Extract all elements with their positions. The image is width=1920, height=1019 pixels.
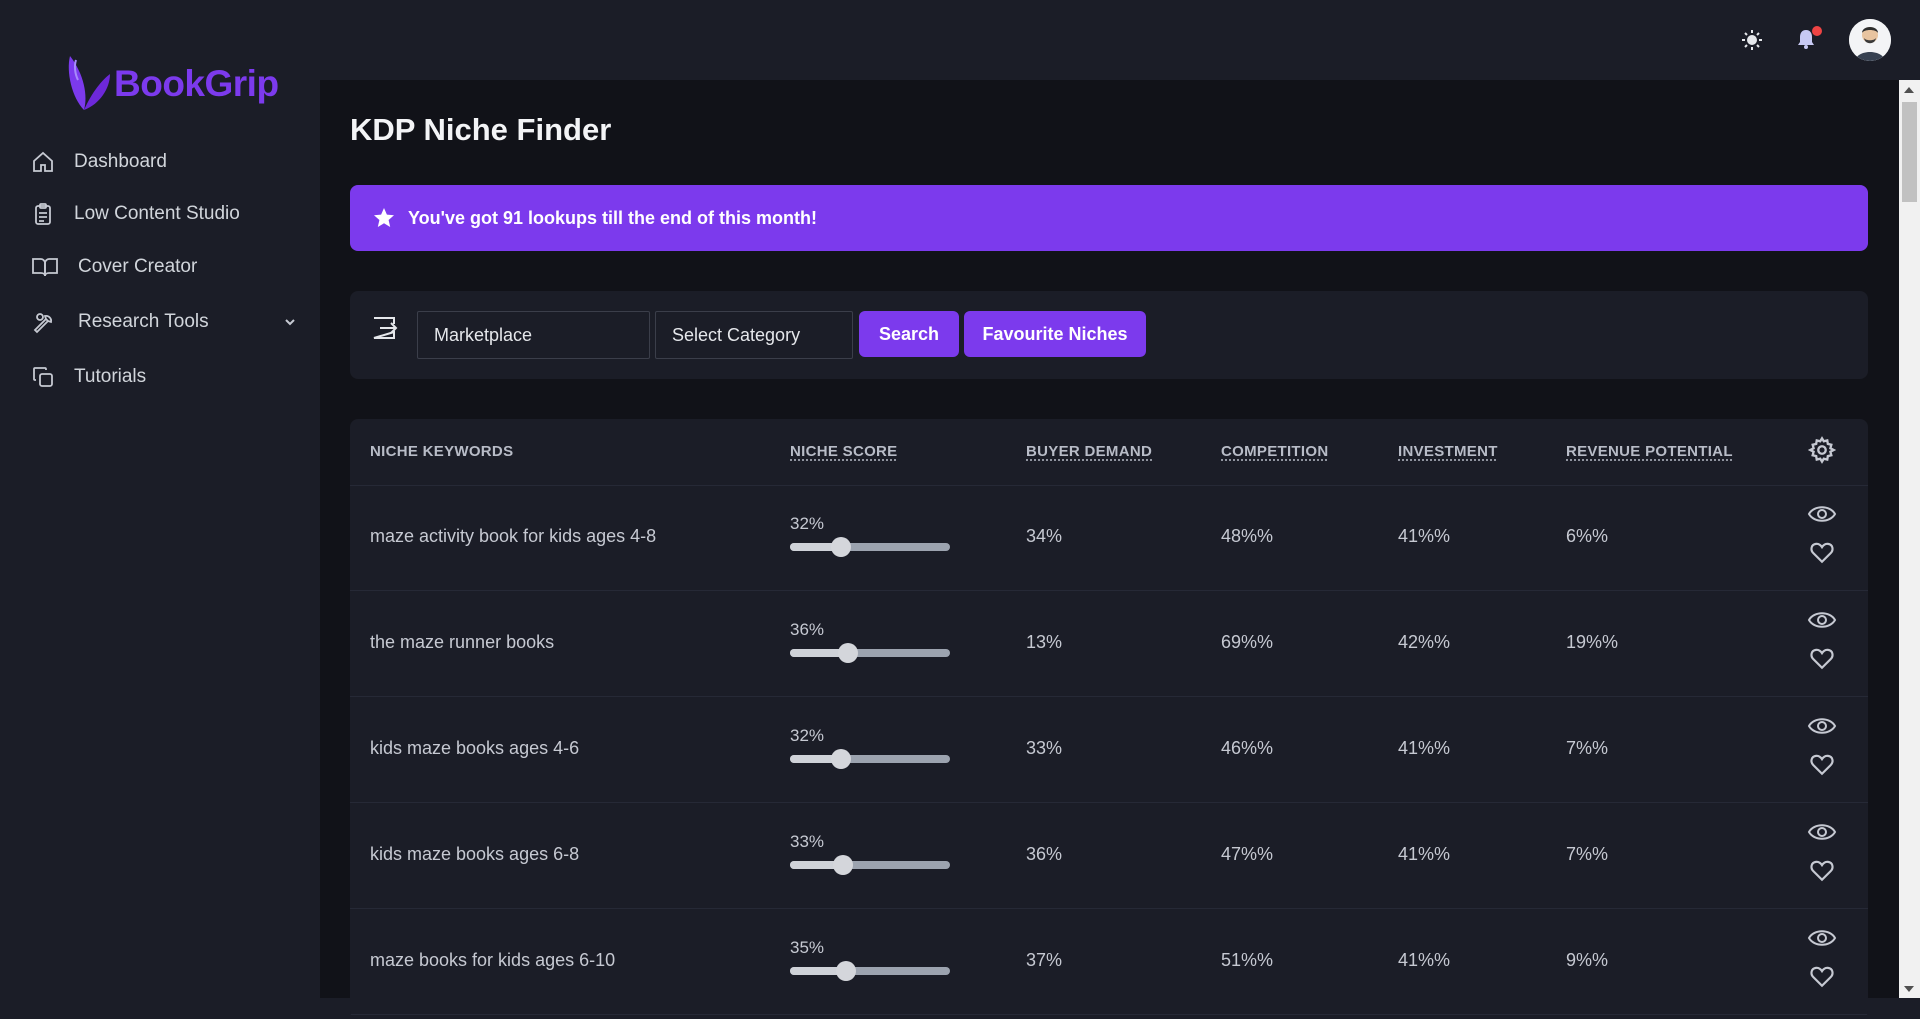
- logo-text: BookGrip: [114, 63, 279, 104]
- heart-icon[interactable]: [1809, 539, 1835, 565]
- header-buyer-demand[interactable]: BUYER DEMAND: [1026, 443, 1152, 460]
- gear-icon[interactable]: [1808, 436, 1836, 464]
- niche-keyword: maze activity book for kids ages 4-8: [370, 526, 657, 546]
- investment-value: 41%%: [1398, 844, 1451, 864]
- competition-value: 47%%: [1221, 844, 1274, 864]
- main-content: KDP Niche Finder You've got 91 lookups t…: [320, 80, 1899, 1019]
- header-niche-keywords: NICHE KEYWORDS: [370, 443, 514, 460]
- competition-value: 46%%: [1221, 738, 1274, 758]
- revenue-potential-value: 6%%: [1566, 526, 1609, 546]
- heart-icon[interactable]: [1809, 963, 1835, 989]
- investment-value: 41%%: [1398, 738, 1451, 758]
- sidebar-item-low-content-studio[interactable]: Low Content Studio: [30, 194, 300, 234]
- revenue-potential-value: 7%%: [1566, 738, 1609, 758]
- sidebar-item-dashboard[interactable]: Dashboard: [30, 142, 300, 182]
- eye-icon[interactable]: [1807, 925, 1837, 951]
- niche-score-label: 32%: [790, 726, 825, 745]
- revenue-potential-value: 19%%: [1566, 632, 1619, 652]
- star-icon: [374, 208, 394, 227]
- sidebar-item-tutorials[interactable]: Tutorials: [30, 357, 300, 397]
- sun-icon[interactable]: [1740, 28, 1764, 52]
- niche-score-label: 32%: [790, 514, 825, 533]
- notification-badge: [1812, 26, 1822, 36]
- eye-icon[interactable]: [1807, 607, 1837, 633]
- favourite-niches-button[interactable]: Favourite Niches: [964, 311, 1146, 357]
- header-niche-score[interactable]: NICHE SCORE: [790, 443, 897, 460]
- niche-keyword: kids maze books ages 6-8: [370, 844, 580, 864]
- buyer-demand-value: 36%: [1026, 844, 1063, 864]
- buyer-demand-value: 13%: [1026, 632, 1063, 652]
- chevron-down-icon: [285, 319, 295, 326]
- logo[interactable]: BookGrip: [62, 52, 279, 116]
- table-row: the maze runner books 36% 13% 69%% 42%% 19%%: [350, 591, 1868, 697]
- lookups-banner: You've got 91 lookups till the end of th…: [350, 185, 1868, 251]
- buyer-demand-value: 37%: [1026, 950, 1063, 970]
- copy-icon: [30, 364, 56, 390]
- header-investment[interactable]: INVESTMENT: [1398, 443, 1498, 460]
- eye-icon[interactable]: [1807, 501, 1837, 527]
- page-title: KDP Niche Finder: [350, 112, 612, 147]
- sidebar-item-label: Tutorials: [74, 366, 147, 387]
- table-row: maze books for kids ages 6-10 35% 37% 51%% 4…: [350, 909, 1868, 1015]
- sidebar-item-cover-creator[interactable]: Cover Creator: [30, 247, 300, 287]
- eye-icon[interactable]: [1807, 713, 1837, 739]
- revenue-potential-value: 9%%: [1566, 950, 1609, 970]
- clipboard-icon: [30, 201, 56, 227]
- table-header: NICHE KEYWORDS NICHE SCORE BUYER DEMAND …: [350, 419, 1868, 486]
- niche-keyword: kids maze books ages 4-6: [370, 738, 580, 758]
- table-row: maze activity book for kids ages 4-8 32% 3…: [350, 485, 1868, 591]
- niche-score-label: 35%: [790, 938, 825, 957]
- sidebar-item-research-tools[interactable]: Research Tools: [30, 302, 300, 342]
- scroll-up-arrow[interactable]: [1904, 87, 1914, 93]
- revenue-potential-value: 7%%: [1566, 844, 1609, 864]
- niche-table: NICHE KEYWORDS NICHE SCORE BUYER DEMAND …: [350, 419, 1868, 1019]
- search-button[interactable]: Search: [859, 311, 959, 357]
- competition-value: 51%%: [1221, 950, 1274, 970]
- heart-icon[interactable]: [1809, 857, 1835, 883]
- book-open-icon: [30, 254, 60, 280]
- niche-score-label: 33%: [790, 832, 825, 851]
- heart-icon[interactable]: [1809, 645, 1835, 671]
- niche-score-slider[interactable]: [790, 537, 950, 557]
- niche-keyword: maze books for kids ages 6-10: [370, 950, 616, 970]
- marketplace-select[interactable]: Marketplace: [417, 311, 650, 359]
- competition-value: 69%%: [1221, 632, 1274, 652]
- investment-value: 41%%: [1398, 950, 1451, 970]
- niche-score-slider[interactable]: [790, 643, 950, 663]
- competition-value: 48%%: [1221, 526, 1274, 546]
- niche-keyword: the maze runner books: [370, 632, 555, 652]
- sidebar-item-label: Low Content Studio: [74, 203, 240, 224]
- category-select[interactable]: Select Category: [655, 311, 853, 359]
- niche-score-slider[interactable]: [790, 961, 950, 981]
- scrollbar[interactable]: [1899, 80, 1920, 998]
- table-row: kids maze books ages 4-6 32% 33% 46%% 41%% 7%…: [350, 697, 1868, 803]
- sidebar-item-label: Dashboard: [74, 151, 167, 172]
- banner-text: You've got 91 lookups till the end of th…: [408, 207, 817, 228]
- sidebar-item-label: Research Tools: [78, 311, 209, 332]
- wrench-icon: [30, 309, 56, 335]
- sidebar-item-label: Cover Creator: [78, 256, 198, 277]
- exit-icon[interactable]: [370, 313, 400, 343]
- niche-score-slider[interactable]: [790, 855, 950, 875]
- niche-score-slider[interactable]: [790, 749, 950, 769]
- header-revenue-potential[interactable]: REVENUE POTENTIAL: [1566, 443, 1733, 460]
- avatar[interactable]: [1849, 19, 1891, 61]
- header-competition[interactable]: COMPETITION: [1221, 443, 1328, 460]
- niche-score-label: 36%: [790, 620, 825, 639]
- buyer-demand-value: 34%: [1026, 526, 1063, 546]
- table-row: kids maze books ages 6-8 33% 36% 47%% 41%% 7%…: [350, 803, 1868, 909]
- home-icon: [30, 149, 56, 175]
- investment-value: 42%%: [1398, 632, 1451, 652]
- scroll-thumb[interactable]: [1902, 102, 1917, 202]
- sidebar: BookGrip Dashboard Low Content Studio Co…: [0, 0, 320, 998]
- scroll-down-arrow[interactable]: [1904, 986, 1914, 992]
- buyer-demand-value: 33%: [1026, 738, 1063, 758]
- search-bar: Marketplace Select Category Search Favou…: [350, 291, 1868, 379]
- leaf-logo-icon: [68, 56, 110, 110]
- investment-value: 41%%: [1398, 526, 1451, 546]
- eye-icon[interactable]: [1807, 819, 1837, 845]
- heart-icon[interactable]: [1809, 751, 1835, 777]
